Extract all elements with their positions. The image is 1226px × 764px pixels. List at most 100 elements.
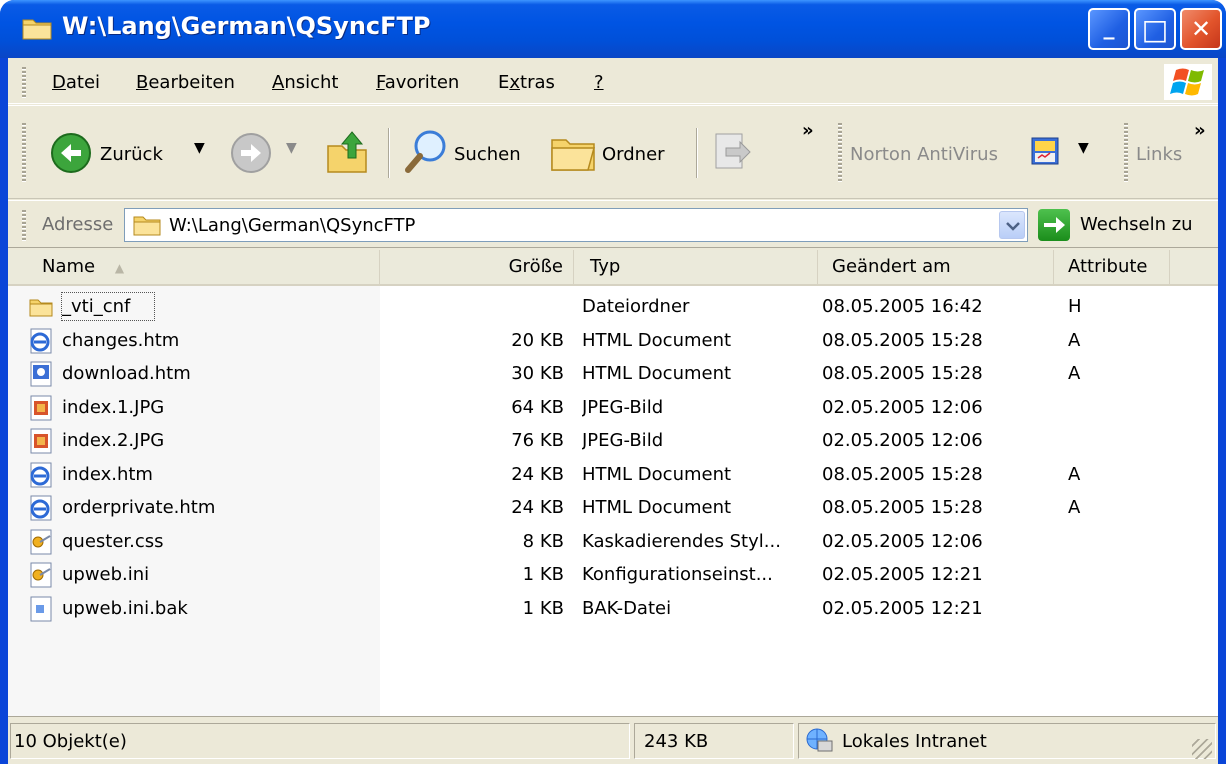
table-row[interactable]: index.htm 24 KB HTML Document 08.05.2005 15…: [8, 458, 1218, 491]
menu-help[interactable]: ?: [594, 72, 604, 93]
settings-file-icon: [30, 529, 52, 554]
minimize-button[interactable]: _: [1088, 8, 1130, 50]
column-header-size[interactable]: Größe: [380, 250, 574, 284]
column-header-type[interactable]: Typ: [574, 250, 818, 284]
minimize-icon: _: [1103, 15, 1115, 40]
cell-size: 64 KB: [511, 396, 564, 418]
maximize-button[interactable]: □: [1134, 8, 1176, 50]
jpeg-icon: [30, 428, 52, 454]
go-label[interactable]: Wechseln zu: [1080, 214, 1193, 235]
address-bar: Adresse W:\Lang\German\QSyncFTP Wechseln…: [8, 200, 1218, 248]
address-input[interactable]: W:\Lang\German\QSyncFTP: [124, 208, 1028, 242]
folder-sync-icon[interactable]: [712, 130, 752, 174]
norton-icon[interactable]: [1030, 136, 1060, 166]
toolbar-grip[interactable]: [22, 122, 26, 182]
norton-antivirus-button[interactable]: Norton AntiVirus: [850, 144, 998, 165]
cell-attr: H: [1068, 296, 1082, 317]
close-button[interactable]: ✕: [1180, 8, 1222, 50]
cell-modified: 02.05.2005 12:21: [822, 564, 983, 585]
cell-modified: 08.05.2005 15:28: [822, 497, 983, 518]
toolbar-chevron[interactable]: »: [802, 120, 814, 141]
menu-datei[interactable]: Datei: [52, 72, 100, 93]
jpeg-icon: [30, 395, 52, 420]
window-body: Datei Bearbeiten Ansicht Favoriten Extra…: [8, 58, 1218, 764]
windows-logo-icon: [1164, 64, 1212, 100]
cell-name: index.2.JPG: [62, 430, 165, 451]
cell-modified: 08.05.2005 15:28: [822, 329, 983, 351]
cell-size: 8 KB: [522, 530, 564, 552]
toolbar-grip[interactable]: [838, 122, 842, 182]
go-button[interactable]: [1038, 209, 1070, 241]
links-grip[interactable]: [1124, 122, 1128, 182]
address-dropdown-button[interactable]: [999, 211, 1025, 239]
table-row[interactable]: quester.css 8 KB Kaskadierendes Styl... 02.…: [8, 525, 1218, 558]
table-row[interactable]: index.1.JPG 64 KB JPEG-Bild 02.05.2005 12:0…: [8, 391, 1218, 424]
menu-grip[interactable]: [22, 66, 26, 98]
cell-size: 1 KB: [522, 564, 564, 585]
address-grip[interactable]: [22, 209, 26, 241]
menu-bearbeiten[interactable]: Bearbeiten: [136, 72, 235, 93]
ie-html-icon: [30, 462, 52, 487]
cell-type: Dateiordner: [582, 296, 690, 317]
folder-icon: [133, 216, 161, 236]
back-arrow-icon[interactable]: [50, 132, 92, 174]
cell-size: 24 KB: [511, 497, 564, 518]
cell-attr: [1068, 424, 1148, 457]
table-row[interactable]: _vti_cnf Dateiordner 08.05.2005 16:42 H: [8, 290, 1218, 323]
generic-file-icon: [30, 596, 52, 621]
cell-name: upweb.ini.bak: [62, 597, 188, 619]
cell-size: 20 KB: [511, 329, 564, 351]
menu-extras[interactable]: Extras: [498, 72, 555, 93]
cell-modified: 02.05.2005 12:21: [822, 597, 983, 619]
folders-icon[interactable]: [548, 130, 598, 174]
table-row[interactable]: upweb.ini 1 KB Konfigurationseinst... 02.05…: [8, 558, 1218, 591]
table-row[interactable]: upweb.ini.bak 1 KB BAK-Datei 02.05.2005 12:…: [8, 592, 1218, 625]
toolbar-separator: [388, 128, 390, 178]
norton-dropdown-icon[interactable]: ▼: [1078, 140, 1089, 156]
links-button[interactable]: Links: [1136, 144, 1182, 165]
forward-arrow-icon[interactable]: [230, 132, 272, 174]
table-row[interactable]: changes.htm 20 KB HTML Document 08.05.2005 …: [8, 324, 1218, 357]
forward-dropdown-icon[interactable]: ▼: [286, 140, 297, 156]
cell-size: 30 KB: [511, 363, 564, 384]
status-total-size: 243 KB: [644, 731, 709, 752]
resize-grip-icon[interactable]: [1192, 739, 1212, 759]
title-bar[interactable]: W:\Lang\German\QSyncFTP _ □ ✕: [0, 0, 1226, 58]
explorer-window: W:\Lang\German\QSyncFTP _ □ ✕ Datei Bear…: [0, 0, 1226, 764]
cell-type: HTML Document: [582, 463, 732, 485]
column-header-modified[interactable]: Geändert am: [818, 250, 1054, 284]
table-row[interactable]: index.2.JPG 76 KB JPEG-Bild 02.05.2005 12:0…: [8, 424, 1218, 457]
file-list[interactable]: Name ▲ Größe Typ Geändert am Attribute _…: [8, 250, 1218, 716]
links-chevron[interactable]: »: [1194, 120, 1206, 141]
menu-ansicht[interactable]: Ansicht: [272, 72, 338, 93]
chevron-down-icon: [1006, 222, 1020, 231]
ie-html-icon: [30, 495, 52, 521]
cell-name: download.htm: [62, 363, 191, 384]
cell-size: 76 KB: [511, 430, 564, 451]
search-button[interactable]: Suchen: [454, 144, 521, 165]
cell-type: JPEG-Bild: [582, 430, 664, 451]
cell-name: quester.css: [62, 530, 164, 552]
status-object-count: 10 Objekt(e): [14, 731, 127, 752]
cell-attr: A: [1068, 463, 1081, 485]
up-folder-icon[interactable]: [324, 128, 372, 176]
column-header-attributes[interactable]: Attribute: [1054, 250, 1170, 284]
ie-html-icon: [30, 328, 52, 353]
cell-attr: [1068, 391, 1148, 424]
go-arrow-icon: [1044, 217, 1065, 233]
table-row[interactable]: orderprivate.htm 24 KB HTML Document 08.05.…: [8, 491, 1218, 524]
menu-favoriten[interactable]: Favoriten: [376, 72, 459, 93]
status-bar: 10 Objekt(e) 243 KB Lokales Intranet: [8, 716, 1218, 764]
html-frontpage-icon: [30, 361, 52, 387]
cell-type: Konfigurationseinst...: [582, 564, 773, 585]
settings-file-icon: [30, 562, 52, 588]
column-header-name[interactable]: Name ▲: [8, 250, 380, 284]
cell-modified: 08.05.2005 15:28: [822, 363, 983, 384]
table-row[interactable]: download.htm 30 KB HTML Document 08.05.2005…: [8, 357, 1218, 390]
cell-type: HTML Document: [582, 497, 732, 518]
cell-name: _vti_cnf: [61, 292, 155, 321]
search-icon[interactable]: [402, 128, 450, 176]
folders-button[interactable]: Ordner: [602, 144, 665, 165]
back-button[interactable]: Zurück: [100, 144, 163, 165]
back-dropdown-icon[interactable]: ▼: [194, 140, 205, 156]
